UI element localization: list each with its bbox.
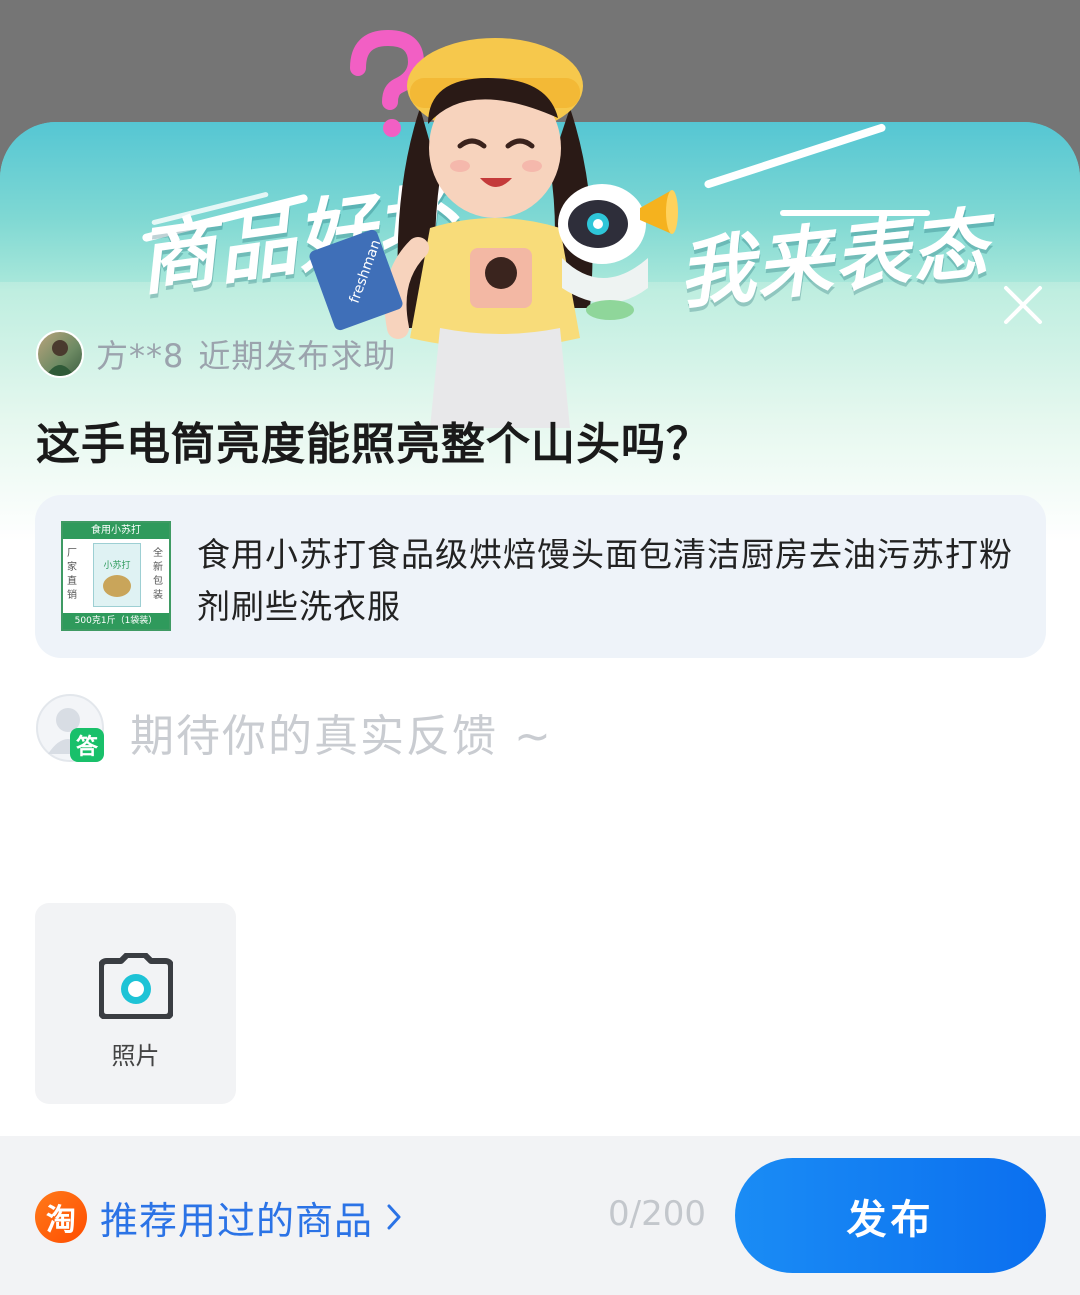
taobao-icon: 淘 <box>35 1191 87 1243</box>
thumb-package: 小苏打 <box>93 543 141 607</box>
thumb-header: 食用小苏打 <box>63 523 169 539</box>
thumb-brand: 小苏打 <box>103 561 131 571</box>
product-thumbnail: 食用小苏打 厂家直销 全新包装 小苏打 500克1斤（1袋装） <box>61 521 171 631</box>
close-icon[interactable] <box>1000 282 1046 328</box>
char-count: 0/200 <box>608 1194 706 1234</box>
answer-input[interactable]: 期待你的真实反馈 ~ <box>130 700 553 764</box>
thumb-left-label: 厂家直销 <box>67 548 77 601</box>
asker-info: 方**8 近期发布求助 <box>36 330 396 378</box>
asker-name: 方**8 <box>96 337 185 375</box>
thumb-right-label: 全新包装 <box>153 548 163 601</box>
add-photo-button[interactable]: 照片 <box>35 903 236 1104</box>
question-title: 这手电筒亮度能照亮整个山头吗？ <box>36 419 711 470</box>
thumb-bowl <box>103 575 131 597</box>
product-title: 食用小苏打食品级烘焙馒头面包清洁厨房去油污苏打粉剂刷些洗衣服 <box>197 535 1013 626</box>
bottom-bar: 淘 推荐用过的商品 0/200 发布 <box>0 1136 1080 1295</box>
chevron-right-icon <box>387 1204 401 1230</box>
thumb-footer: 500克1斤（1袋装） <box>63 613 169 629</box>
asker-avatar[interactable] <box>36 330 84 378</box>
avatar-image <box>46 340 74 376</box>
product-card[interactable]: 食用小苏打 厂家直销 全新包装 小苏打 500克1斤（1袋装） 食用小苏打食品级… <box>35 495 1046 658</box>
recommend-products-link[interactable]: 推荐用过的商品 <box>100 1191 401 1243</box>
recommend-label: 推荐用过的商品 <box>100 1198 374 1243</box>
publish-button[interactable]: 发布 <box>735 1158 1046 1273</box>
asker-action: 近期发布求助 <box>198 337 397 375</box>
answer-badge: 答 <box>70 728 104 762</box>
camera-icon <box>99 953 173 1019</box>
photo-label: 照片 <box>111 1042 160 1070</box>
